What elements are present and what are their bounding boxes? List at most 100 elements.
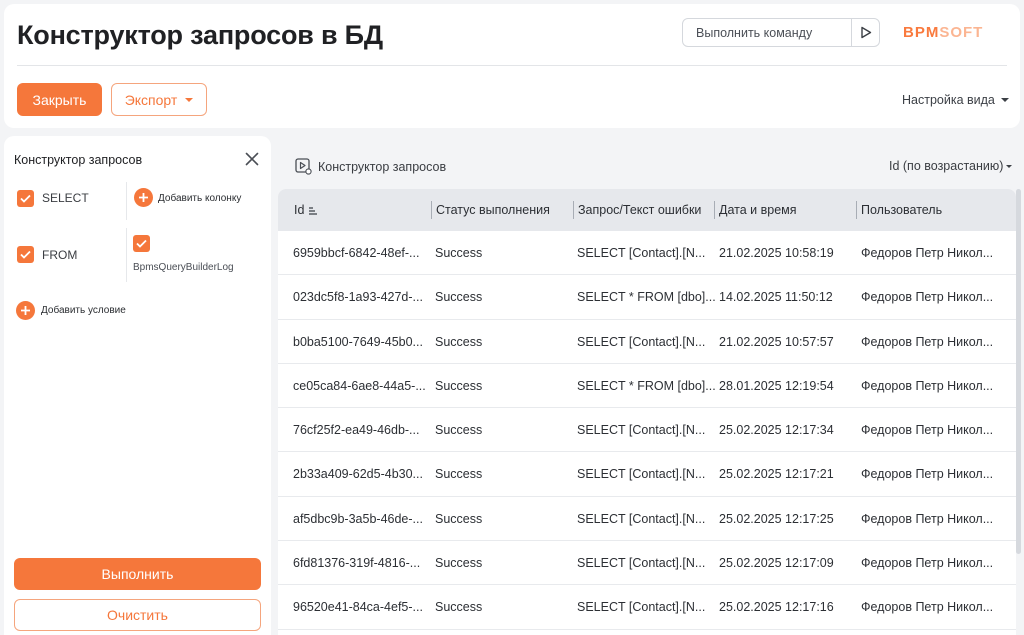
- results-title: Конструктор запросов: [295, 158, 446, 175]
- cell-status: Success: [435, 467, 483, 482]
- clear-button[interactable]: Очистить: [14, 599, 261, 631]
- cell-user: Федоров Петр Никол...: [861, 467, 994, 482]
- close-button[interactable]: Закрыть: [17, 83, 102, 116]
- cell-user: Федоров Петр Никол...: [861, 600, 994, 615]
- from-label: FROM: [42, 248, 78, 262]
- cell-query: SELECT [Contact].[N...: [577, 467, 706, 482]
- cell-id: ce05ca84-6ae8-44a5-...: [293, 378, 426, 393]
- table-row[interactable]: 76cf25f2-ea49-46db-... Success SELECT [C…: [278, 408, 1016, 453]
- add-condition-button[interactable]: [16, 301, 35, 320]
- table-row[interactable]: 96520e41-84ca-4ef5-... Success SELECT [C…: [278, 585, 1016, 630]
- logo-main-text: ΒΡΜ: [903, 24, 940, 41]
- table-row[interactable]: 023dc5f8-1a93-427d-... Success SELECT * …: [278, 275, 1016, 320]
- table-scrollbar[interactable]: [1016, 189, 1021, 554]
- cell-status: Success: [435, 334, 483, 349]
- cell-status: Success: [435, 423, 483, 438]
- column-separator[interactable]: [573, 201, 574, 219]
- checkmark-icon: [136, 239, 147, 248]
- cell-user: Федоров Петр Никол...: [861, 511, 994, 526]
- play-icon: [860, 26, 871, 39]
- view-settings-dropdown[interactable]: Настройка вида: [902, 93, 1009, 107]
- cell-query: SELECT [Contact].[N...: [577, 556, 706, 571]
- checkmark-icon: [20, 194, 31, 203]
- column-header-status[interactable]: Статус выполнения: [436, 189, 550, 231]
- table-row[interactable]: b0ba5100-7649-45b0... Success SELECT [Co…: [278, 320, 1016, 364]
- select-label: SELECT: [42, 191, 89, 205]
- column-separator[interactable]: [856, 201, 857, 219]
- cell-status: Success: [435, 378, 483, 393]
- cell-status: Success: [435, 290, 483, 305]
- cell-status: Success: [435, 600, 483, 615]
- cell-id: 023dc5f8-1a93-427d-...: [293, 290, 423, 305]
- cell-status: Success: [435, 511, 483, 526]
- table-header: Id Статус выполнения Запрос/Текст ошибки…: [278, 189, 1016, 231]
- cell-id: af5dbc9b-3a5b-46de-...: [293, 511, 423, 526]
- column-header-datetime[interactable]: Дата и время: [719, 189, 797, 231]
- plus-icon: [139, 193, 148, 202]
- cell-status: Success: [435, 246, 483, 260]
- cell-query: SELECT * FROM [dbo]...: [577, 290, 716, 305]
- column-separator[interactable]: [431, 201, 432, 219]
- plus-icon: [21, 306, 30, 315]
- cell-status: Success: [435, 556, 483, 571]
- add-column-button[interactable]: [134, 188, 153, 207]
- table-row[interactable]: 6959bbcf-6842-48ef-... Success SELECT [C…: [278, 231, 1016, 276]
- add-condition-link[interactable]: Добавить условие: [41, 305, 126, 316]
- sort-dropdown[interactable]: Id (по возрастанию): [889, 159, 1013, 173]
- cell-query: SELECT [Contact].[N...: [577, 511, 706, 526]
- cell-user: Федоров Петр Никол...: [861, 378, 994, 393]
- panel-title: Конструктор запросов: [14, 153, 143, 167]
- logo-soft-text: SOFT: [939, 24, 984, 41]
- cell-datetime: 25.02.2025 12:17:34: [719, 423, 834, 438]
- sort-ascending-icon: [309, 206, 318, 215]
- table-row[interactable]: 2b33a409-62d5-4b30... Success SELECT [Co…: [278, 452, 1016, 497]
- column-divider: [126, 182, 127, 220]
- chevron-down-icon: [185, 97, 194, 102]
- cell-datetime: 28.01.2025 12:19:54: [719, 378, 834, 393]
- query-builder-icon: [295, 158, 312, 175]
- export-button[interactable]: Экспорт: [111, 83, 207, 116]
- column-separator[interactable]: [714, 201, 715, 219]
- cell-query: SELECT [Contact].[N...: [577, 334, 706, 349]
- select-checkbox[interactable]: [17, 190, 34, 207]
- cell-datetime: 25.02.2025 12:17:09: [719, 556, 834, 571]
- cell-user: Федоров Петр Никол...: [861, 334, 994, 349]
- table-checkbox[interactable]: [133, 235, 150, 252]
- table-name: BpmsQueryBuilderLog: [133, 262, 234, 273]
- cell-datetime: 25.02.2025 12:17:25: [719, 511, 834, 526]
- table-row[interactable]: af5dbc9b-3a5b-46de-... Success SELECT [C…: [278, 497, 1016, 542]
- from-checkbox[interactable]: [17, 246, 34, 263]
- cell-user: Федоров Петр Никол...: [861, 246, 994, 260]
- column-header-query[interactable]: Запрос/Текст ошибки: [578, 189, 701, 231]
- cell-datetime: 14.02.2025 11:50:12: [719, 290, 833, 305]
- run-query-button[interactable]: Выполнить: [14, 558, 261, 590]
- table-body: 6959bbcf-6842-48ef-... Success SELECT [C…: [278, 231, 1016, 630]
- table-row[interactable]: ce05ca84-6ae8-44a5-... Success SELECT * …: [278, 364, 1016, 409]
- cell-query: SELECT [Contact].[N...: [577, 600, 706, 615]
- close-icon[interactable]: [244, 151, 260, 167]
- query-builder-panel: Конструктор запросов SELECT Добавить кол…: [4, 136, 271, 635]
- page-title: Конструктор запросов в БД: [17, 20, 383, 50]
- column-divider: [126, 228, 127, 282]
- chevron-down-icon: [1006, 164, 1013, 168]
- command-input[interactable]: [683, 19, 851, 46]
- export-button-label: Экспорт: [124, 91, 178, 108]
- cell-id: 6959bbcf-6842-48ef-...: [293, 246, 420, 260]
- add-column-link[interactable]: Добавить колонку: [158, 193, 241, 204]
- cell-datetime: 21.02.2025 10:57:57: [719, 334, 834, 349]
- column-header-id[interactable]: Id: [294, 189, 318, 231]
- cell-id: 6fd81376-319f-4816-...: [293, 556, 421, 571]
- run-command-button[interactable]: [851, 19, 879, 46]
- command-box: [682, 18, 880, 47]
- bpmsoft-logo: ΒΡΜSOFT: [903, 24, 983, 41]
- cell-datetime: 25.02.2025 12:17:21: [719, 467, 834, 482]
- view-settings-label: Настройка вида: [902, 93, 995, 107]
- table-row[interactable]: 6fd81376-319f-4816-... Success SELECT [C…: [278, 541, 1016, 586]
- cell-user: Федоров Петр Никол...: [861, 556, 994, 571]
- column-header-user[interactable]: Пользователь: [861, 189, 942, 231]
- cell-id: 76cf25f2-ea49-46db-...: [293, 423, 420, 438]
- cell-query: SELECT * FROM [dbo]...: [577, 378, 716, 393]
- chevron-down-icon: [1000, 98, 1009, 102]
- header-divider: [17, 65, 1007, 66]
- sort-label: Id (по возрастанию): [889, 159, 1004, 173]
